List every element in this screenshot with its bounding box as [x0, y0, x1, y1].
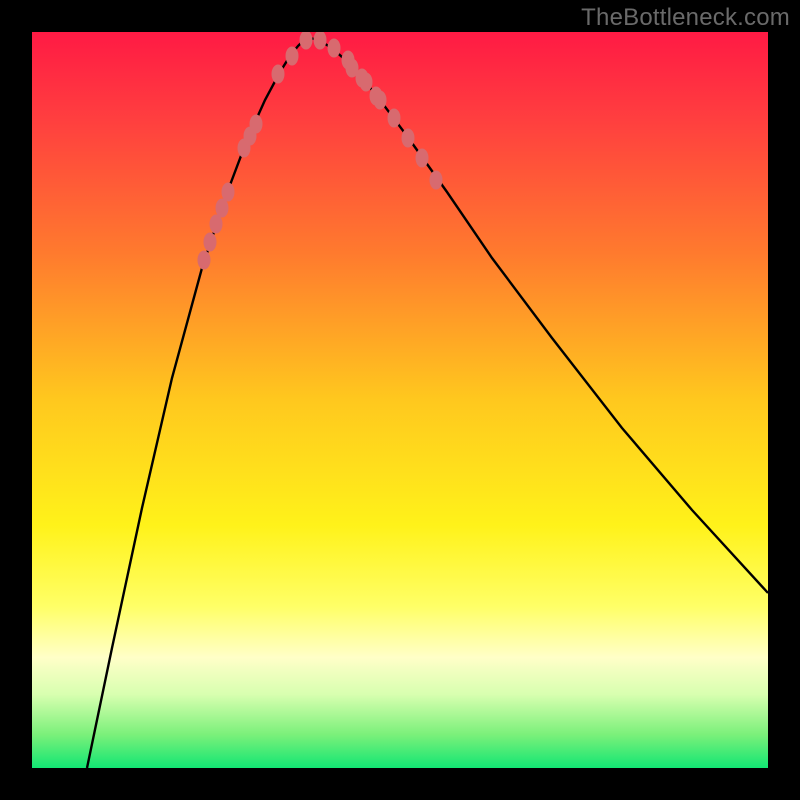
highlight-dot: [360, 73, 373, 92]
highlight-dot: [250, 115, 263, 134]
highlight-dot: [216, 199, 229, 218]
highlight-dot: [430, 171, 443, 190]
plot-area: [32, 32, 768, 768]
highlight-dot: [272, 65, 285, 84]
highlight-dot: [402, 129, 415, 148]
highlight-dot: [328, 39, 341, 58]
highlight-dot: [374, 91, 387, 110]
chart-frame: TheBottleneck.com: [0, 0, 800, 800]
gradient-background: [32, 32, 768, 768]
highlight-dot: [346, 59, 359, 78]
highlight-dot: [204, 233, 217, 252]
highlight-dot: [198, 251, 211, 270]
highlight-dot: [388, 109, 401, 128]
highlight-dot: [416, 149, 429, 168]
watermark-text: TheBottleneck.com: [581, 4, 790, 32]
chart-svg: [32, 32, 768, 768]
highlight-dot: [210, 215, 223, 234]
highlight-dot: [286, 47, 299, 66]
highlight-dot: [222, 183, 235, 202]
